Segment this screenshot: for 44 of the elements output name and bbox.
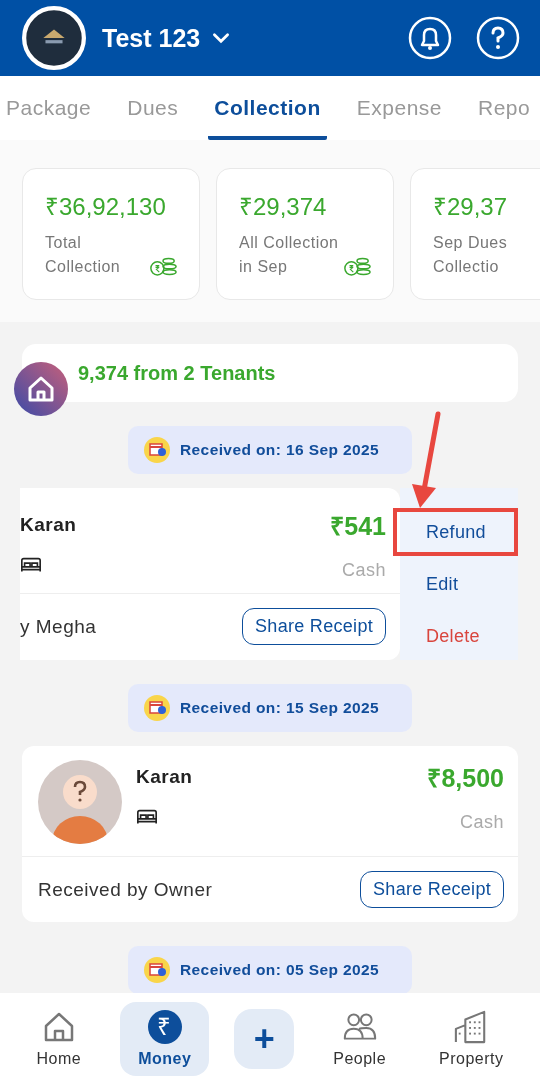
stat-label: Sep Dues Collectio <box>433 233 508 277</box>
stat-card[interactable]: ₹36,92,130 Total Collection <box>22 168 200 300</box>
summary-text: 9,374 from 2 Tenants <box>78 361 276 385</box>
received-date: Received on: 16 Sep 2025 <box>180 441 380 459</box>
action-button[interactable]: Delete <box>400 612 518 660</box>
rupee-icon: ₹ <box>147 1009 182 1044</box>
payment-method: Cash <box>459 812 504 833</box>
payment-card[interactable]: Karan ₹541 Cash y Megha Share Receipt <box>20 488 400 660</box>
action-button[interactable]: Refund <box>393 508 518 556</box>
nav-item[interactable]: ₹ Money <box>120 1001 210 1076</box>
payment-card[interactable]: Karan ₹8,500 Cash Received by Owner Share Receipt <box>22 746 518 922</box>
calendar-icon <box>144 957 170 983</box>
tenant-name: Karan <box>136 766 194 788</box>
nav-item[interactable]: People <box>319 1001 401 1076</box>
stat-amount: ₹36,92,130 <box>45 192 167 222</box>
help-icon[interactable] <box>476 16 520 60</box>
stat-label: Total Collection <box>45 233 121 277</box>
property-title[interactable]: Test 123 <box>102 23 201 53</box>
stat-label: All Collection in Sep <box>239 233 339 277</box>
calendar-icon <box>144 695 170 721</box>
calendar-icon <box>144 437 170 463</box>
home-float-icon[interactable] <box>14 362 68 416</box>
share-receipt-button[interactable]: Share Receipt <box>360 871 504 908</box>
stat-amount: ₹29,374 <box>239 192 328 222</box>
nav-item[interactable]: Property <box>425 1001 518 1076</box>
stat-card[interactable]: ₹29,37 Sep Dues Collectio <box>410 168 540 300</box>
action-button[interactable]: Edit <box>400 560 518 608</box>
received-date: Received on: 15 Sep 2025 <box>180 699 380 717</box>
received-by: y Megha <box>20 615 97 638</box>
payment-method: Cash <box>341 560 386 581</box>
logo-icon[interactable] <box>22 6 86 70</box>
tenant-name: Karan <box>20 514 78 536</box>
bed-icon <box>20 556 42 574</box>
notification-bell-icon[interactable] <box>408 16 452 60</box>
received-date: Received on: 05 Sep 2025 <box>180 961 380 979</box>
bed-icon <box>136 808 158 826</box>
nav-item[interactable]: Home <box>22 1001 96 1076</box>
stat-amount: ₹29,37 <box>433 192 509 222</box>
stat-card[interactable]: ₹29,374 All Collection in Sep <box>216 168 394 300</box>
share-receipt-button[interactable]: Share Receipt <box>242 608 386 645</box>
payment-amount: ₹8,500 <box>427 763 504 794</box>
payment-amount: ₹541 <box>330 511 386 542</box>
add-button[interactable]: + <box>234 1008 295 1069</box>
received-by: Received by Owner <box>38 878 213 901</box>
